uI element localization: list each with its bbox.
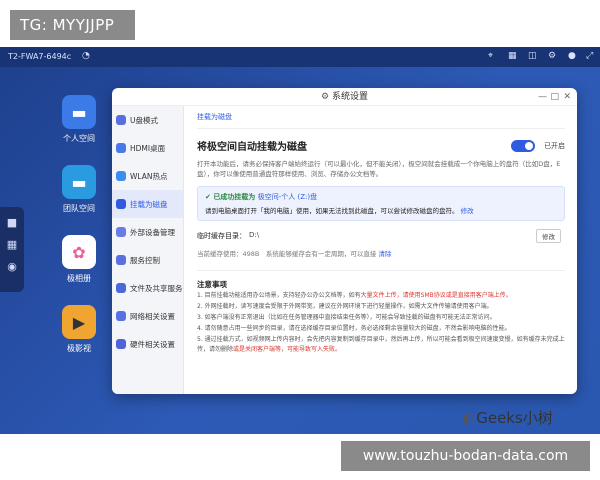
section-title: 将极空间自动挂载为磁盘: [197, 142, 307, 153]
tg-overlay-badge: TG: MYYJJPP: [10, 10, 135, 40]
sidebar-item-label: WLAN热点: [130, 171, 168, 181]
sidebar-item-label: U盘模式: [130, 115, 158, 125]
dock-app-icon[interactable]: ■: [0, 216, 24, 229]
toggle-status-label: 已开启: [544, 142, 565, 150]
note-item: 4. 请勿随意占用一些同步的目录，请在选择缓存目录位置时，务必选择剩余容量较大的…: [197, 325, 511, 332]
note-item: 5. 通过挂载方式，如视频网上传内容时，会先把内容复制到缓存目录中，然后再上传，…: [197, 335, 565, 355]
sidebar-item-label: HDMI桌面: [130, 143, 166, 153]
cache-usage: 当前缓存使用：498B 系统能够缓存会有一定周期，可以直接 清除: [197, 248, 565, 258]
watermark-text: Geeks小树: [476, 409, 553, 427]
app-video[interactable]: ▶ 极影视: [44, 305, 114, 354]
divider: [197, 270, 565, 271]
app-label: 极影视: [67, 344, 91, 353]
notice-line-2: 请到电脑桌面打开「我的电脑」使用，如果无法找到此磁盘，可以尝试修改磁盘的盘符。 …: [205, 205, 557, 215]
sidebar-item-external-devices[interactable]: 外部设备管理: [112, 218, 183, 246]
sidebar-item-hardware[interactable]: 硬件相关设置: [112, 330, 183, 358]
notification-icon[interactable]: ◫: [528, 51, 537, 61]
photos-icon: ✿: [62, 235, 96, 269]
settings-window: ⚙ 系统设置 — □ ✕ U盘模式 HDMI桌面 WLAN热点 挂载为磁盘 外部设…: [112, 88, 577, 394]
sidebar-item-services[interactable]: 服务控制: [112, 246, 183, 274]
sidebar-item-label: 硬件相关设置: [130, 339, 175, 349]
user-icon[interactable]: ●: [568, 51, 576, 61]
device-icon: [116, 227, 126, 237]
folder-icon: ▬: [62, 95, 96, 129]
mount-toggle[interactable]: [511, 140, 535, 152]
mounted-drive-name: 极空间-个人 (Z:)盘: [257, 193, 318, 201]
mount-success-notice: ✔ 已成功挂载为 极空间-个人 (Z:)盘 请到电脑桌面打开「我的电脑」使用，如…: [197, 186, 565, 221]
settings-sidebar: U盘模式 HDMI桌面 WLAN热点 挂载为磁盘 外部设备管理 服务控制 文件及…: [112, 106, 184, 394]
dock-strip: ■ ▦ ◉: [0, 207, 24, 292]
notice-prefix: 已成功挂载为: [213, 193, 256, 201]
sidebar-item-wlan[interactable]: WLAN热点: [112, 162, 183, 190]
weibo-icon: ◐: [462, 411, 475, 427]
sidebar-item-label: 挂载为磁盘: [130, 199, 168, 209]
notice-line-1: ✔ 已成功挂载为 极空间-个人 (Z:)盘: [205, 192, 557, 202]
note-item: 1. 目前挂载功能适用办公场景，支持轻办公办公文档等，如有大量文件上传，请使用S…: [197, 291, 565, 301]
dock-grid-icon[interactable]: ▦: [0, 238, 24, 251]
notice-instruction: 请到电脑桌面打开「我的电脑」使用，如果无法找到此磁盘，可以尝试修改磁盘的盘符。: [205, 207, 459, 215]
disk-icon: [116, 199, 126, 209]
app-photos[interactable]: ✿ 极相册: [44, 235, 114, 284]
url-overlay-badge: www.touzhu-bodan-data.com: [341, 441, 590, 471]
feature-description: 打开本功能后，请务必保持客户端始终运行（可以最小化，但不能关闭），极空间就会挂载…: [197, 160, 561, 178]
share-icon: [116, 283, 126, 293]
expand-icon[interactable]: ⤢: [586, 51, 593, 61]
cache-dir-label: 临时缓存目录：: [197, 232, 246, 240]
wifi-icon: ◔: [82, 51, 90, 61]
settings-content: 挂载为磁盘 将极空间自动挂载为磁盘 已开启 打开本功能后，请务必保持客户端始终运…: [185, 106, 577, 394]
note-item: 3. 如客户端没有正常退出（比如在任务管理器中直接结束任务等），可能会导致挂载的…: [197, 314, 496, 321]
app-label: 个人空间: [63, 134, 95, 143]
maximize-icon[interactable]: □: [550, 88, 559, 106]
sidebar-item-label: 文件及共享服务: [130, 283, 183, 293]
sidebar-item-label: 服务控制: [130, 255, 160, 265]
sidebar-item-file-sharing[interactable]: 文件及共享服务: [112, 274, 183, 302]
gear-icon: ⚙: [320, 92, 330, 102]
weibo-watermark: ◐ Geeks小树: [462, 407, 553, 428]
sidebar-item-usb[interactable]: U盘模式: [112, 106, 183, 134]
note-warning: 大量文件上传，请使用SMB协议或是直接用客户端上传。: [360, 292, 512, 299]
app-label: 极相册: [67, 274, 91, 283]
window-title-bar: ⚙ 系统设置 — □ ✕: [112, 88, 577, 106]
settings-icon[interactable]: ⚙: [548, 51, 556, 61]
pin-icon[interactable]: ⌖: [488, 51, 493, 61]
close-icon[interactable]: ✕: [563, 88, 571, 106]
sidebar-item-label: 外部设备管理: [130, 227, 175, 237]
cache-dir-value: D:\: [249, 231, 260, 239]
device-name: T2-FWA7-6494c: [8, 52, 72, 61]
cache-usage-text: 当前缓存使用：498B 系统能够缓存会有一定周期，可以直接: [197, 250, 377, 258]
network-icon: [116, 311, 126, 321]
note-item: 2. 外网挂载时，读写速度会受限于外网带宽，建议在外网环境下进行轻量操作，如需大…: [197, 303, 493, 310]
breadcrumb: 挂载为磁盘: [197, 112, 565, 129]
video-icon: ▶: [62, 305, 96, 339]
change-drive-letter-link[interactable]: 修改: [461, 207, 474, 215]
change-cache-button[interactable]: 修改: [536, 229, 561, 243]
app-label: 团队空间: [63, 204, 95, 213]
hardware-icon: [116, 339, 126, 349]
wifi-icon: [116, 171, 126, 181]
window-title: 系统设置: [332, 92, 369, 102]
usb-icon: [116, 115, 126, 125]
cache-dir-row: 临时缓存目录： D:\ 修改: [197, 229, 565, 245]
sidebar-item-hdmi[interactable]: HDMI桌面: [112, 134, 183, 162]
clear-cache-link[interactable]: 清除: [378, 250, 391, 258]
app-team-space[interactable]: ▬ 团队空间: [44, 165, 114, 214]
team-folder-icon: ▬: [62, 165, 96, 199]
hdmi-icon: [116, 143, 126, 153]
sidebar-item-network[interactable]: 网络相关设置: [112, 302, 183, 330]
minimize-icon[interactable]: —: [538, 88, 547, 106]
sidebar-item-mount-disk[interactable]: 挂载为磁盘: [112, 190, 183, 218]
top-status-bar: T2-FWA7-6494c ◔ ⌖ ▦ ◫ ⚙ ● ⤢: [0, 47, 600, 67]
service-icon: [116, 255, 126, 265]
app-personal-space[interactable]: ▬ 个人空间: [44, 95, 114, 144]
dock-camera-icon[interactable]: ◉: [0, 260, 24, 273]
notes-title: 注意事项: [197, 280, 227, 289]
grid-icon[interactable]: ▦: [508, 51, 517, 61]
note-warning: 或是关闭客户端等，可能导致写入失败。: [233, 346, 342, 353]
note-text: 1. 目前挂载功能适用办公场景，支持轻办公办公文档等，如有: [197, 292, 361, 299]
sidebar-item-label: 网络相关设置: [130, 311, 175, 321]
